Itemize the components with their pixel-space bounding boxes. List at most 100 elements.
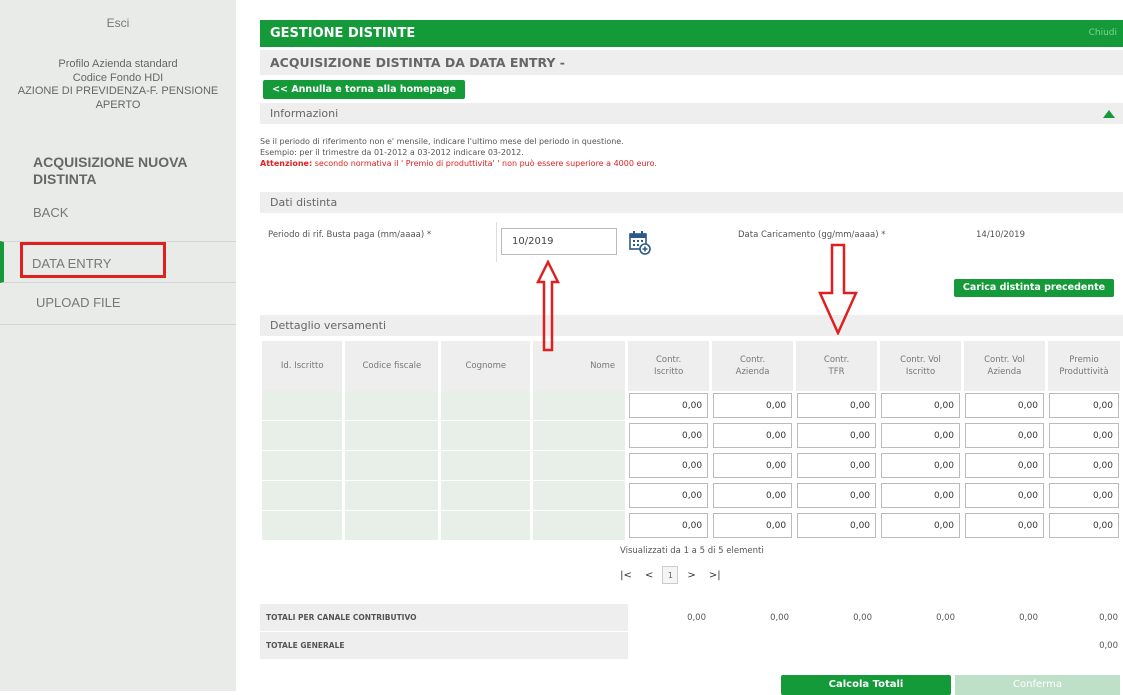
- close-link[interactable]: Chiudi: [1089, 28, 1117, 38]
- amount-cell: 0,00: [710, 420, 797, 451]
- amount-input[interactable]: 0,00: [1048, 393, 1119, 418]
- sidebar: Esci Profilo Azienda standard Codice Fon…: [0, 0, 236, 691]
- dettaglio-section-header: Dettaglio versamenti: [260, 315, 1123, 336]
- sidebar-item-upload-file[interactable]: UPLOAD FILE: [0, 283, 236, 325]
- carica-distinta-button[interactable]: Carica distinta precedente: [954, 279, 1114, 297]
- amount-input[interactable]: 0,00: [1048, 483, 1119, 508]
- identity-cell: [531, 480, 629, 511]
- total-value: 0,00: [853, 613, 872, 623]
- sidebar-item-data-entry[interactable]: DATA ENTRY: [0, 241, 236, 283]
- sidebar-item-back[interactable]: BACK: [0, 205, 236, 220]
- amount-cell: 0,00: [962, 510, 1048, 541]
- profile-line: Profilo Azienda standard: [58, 58, 178, 70]
- identity-cell: [531, 391, 629, 421]
- amount-input[interactable]: 0,00: [713, 423, 793, 448]
- amount-input[interactable]: 0,00: [1048, 453, 1119, 478]
- amount-cell: 0,00: [794, 450, 881, 481]
- col-header[interactable]: Contr. TFR: [794, 341, 881, 391]
- amount-input[interactable]: 0,00: [964, 453, 1044, 478]
- info-text: Se il periodo di riferimento non e' mens…: [260, 136, 657, 169]
- amount-input[interactable]: 0,00: [964, 423, 1044, 448]
- amount-input[interactable]: 0,00: [881, 513, 960, 538]
- amount-input[interactable]: 0,00: [629, 453, 709, 478]
- amount-input[interactable]: 0,00: [964, 513, 1044, 538]
- amount-input[interactable]: 0,00: [964, 483, 1044, 508]
- page-number[interactable]: 1: [662, 566, 679, 584]
- first-page-icon[interactable]: |<: [616, 570, 636, 581]
- amount-input[interactable]: 0,00: [629, 423, 709, 448]
- versamenti-table: Id. Iscritto Codice fiscale Cognome Nome…: [262, 341, 1123, 541]
- amount-input[interactable]: 0,00: [797, 393, 877, 418]
- data-caricamento-label: Data Caricamento (gg/mm/aaaa) *: [738, 230, 886, 240]
- collapse-arrow-icon[interactable]: [1103, 110, 1115, 118]
- amount-input[interactable]: 0,00: [797, 453, 877, 478]
- identity-cell: [343, 480, 442, 511]
- amount-input[interactable]: 0,00: [881, 483, 960, 508]
- amount-input[interactable]: 0,00: [881, 453, 960, 478]
- identity-cell: [439, 480, 534, 511]
- amount-input[interactable]: 0,00: [713, 393, 793, 418]
- prev-page-icon[interactable]: <: [639, 570, 659, 581]
- identity-cell: [262, 510, 346, 541]
- periodo-input[interactable]: 10/2019: [501, 228, 617, 255]
- col-header[interactable]: Contr. Vol Azienda: [962, 341, 1048, 391]
- amount-cell: 0,00: [626, 510, 713, 541]
- amount-input[interactable]: 0,00: [797, 513, 877, 538]
- amount-input[interactable]: 0,00: [629, 513, 709, 538]
- total-value: 0,00: [687, 613, 706, 623]
- amount-input[interactable]: 0,00: [713, 453, 793, 478]
- identity-cell: [531, 420, 629, 451]
- totale-generale-label: TOTALE GENERALE: [260, 632, 628, 659]
- identity-cell: [262, 480, 346, 511]
- col-header[interactable]: Codice fiscale: [343, 341, 442, 391]
- identity-cell: [343, 420, 442, 451]
- col-header[interactable]: Contr. Vol Iscritto: [878, 341, 964, 391]
- amount-input[interactable]: 0,00: [797, 423, 877, 448]
- amount-cell: 0,00: [794, 510, 881, 541]
- amount-cell: 0,00: [878, 420, 964, 451]
- amount-input[interactable]: 0,00: [629, 393, 709, 418]
- amount-input[interactable]: 0,00: [713, 513, 793, 538]
- identity-cell: [531, 510, 629, 541]
- col-header[interactable]: Cognome: [439, 341, 534, 391]
- amount-cell: 0,00: [1046, 510, 1123, 541]
- amount-cell: 0,00: [626, 420, 713, 451]
- amount-input[interactable]: 0,00: [881, 423, 960, 448]
- col-header[interactable]: Contr. Iscritto: [626, 341, 713, 391]
- amount-input[interactable]: 0,00: [797, 483, 877, 508]
- last-page-icon[interactable]: >|: [705, 570, 725, 581]
- calcola-totali-button[interactable]: Calcola Totali: [781, 675, 951, 695]
- amount-input[interactable]: 0,00: [713, 483, 793, 508]
- calendar-icon[interactable]: [629, 231, 651, 255]
- amount-input[interactable]: 0,00: [881, 393, 960, 418]
- page-header: GESTIONE DISTINTE Chiudi: [260, 20, 1123, 47]
- data-caricamento-value: 14/10/2019: [976, 230, 1025, 240]
- profile-line: AZIONE DI PREVIDENZA-F. PENSIONE: [17, 85, 219, 97]
- logout-link[interactable]: Esci: [0, 16, 236, 30]
- col-header[interactable]: Premio Produttività: [1046, 341, 1123, 391]
- total-value: 0,00: [770, 613, 789, 623]
- amount-cell: 0,00: [1046, 450, 1123, 481]
- pagination-info: Visualizzati da 1 a 5 di 5 elementi: [620, 546, 764, 556]
- sidebar-section-title: ACQUISIZIONE NUOVA DISTINTA: [33, 154, 188, 187]
- col-header[interactable]: Id. Iscritto: [262, 341, 346, 391]
- amount-input[interactable]: 0,00: [1048, 513, 1119, 538]
- identity-cell: [343, 510, 442, 541]
- amount-cell: 0,00: [878, 510, 964, 541]
- conferma-button[interactable]: Conferma: [955, 675, 1120, 695]
- home-button[interactable]: << Annulla e torna alla homepage: [263, 80, 465, 99]
- next-page-icon[interactable]: >: [682, 570, 702, 581]
- amount-cell: 0,00: [962, 420, 1048, 451]
- amount-input[interactable]: 0,00: [964, 393, 1044, 418]
- amount-cell: 0,00: [710, 480, 797, 511]
- amount-input[interactable]: 0,00: [629, 483, 709, 508]
- totali-canale-row: TOTALI PER CANALE CONTRIBUTIVO 0,00 0,00…: [260, 604, 1123, 631]
- amount-input[interactable]: 0,00: [1048, 423, 1119, 448]
- table-row: 0,00 0,00 0,00 0,00 0,00 0,00: [262, 480, 1123, 511]
- amount-cell: 0,00: [626, 480, 713, 511]
- table-header-row: Id. Iscritto Codice fiscale Cognome Nome…: [262, 341, 1123, 391]
- col-header[interactable]: Contr. Azienda: [710, 341, 797, 391]
- up-arrow-annotation: [536, 260, 560, 352]
- info-line: Esempio: per il trimestre da 01-2012 a 0…: [260, 148, 524, 157]
- info-section-header[interactable]: Informazioni: [260, 103, 1123, 124]
